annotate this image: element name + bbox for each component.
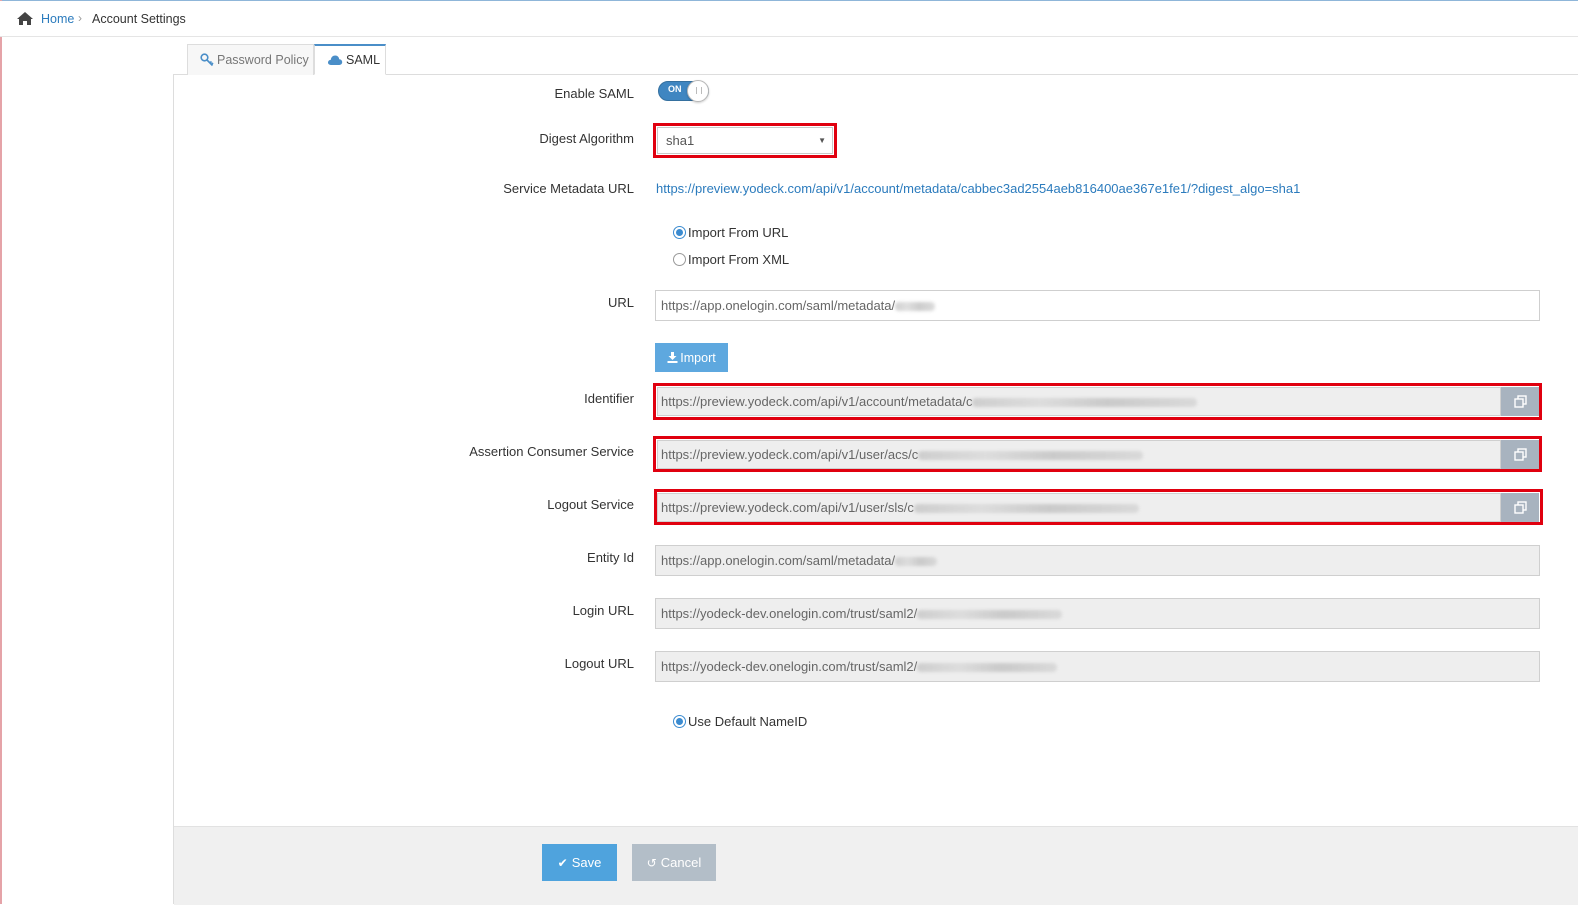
entity-id-input[interactable]: https://app.onelogin.com/saml/metadata/ — [655, 545, 1540, 576]
breadcrumb: Home › Account Settings — [0, 1, 1578, 37]
logout-url-value: https://yodeck-dev.onelogin.com/trust/sa… — [661, 659, 918, 674]
copy-icon — [1513, 395, 1527, 408]
import-from-xml-radio[interactable]: Import From XML — [673, 252, 789, 267]
logout-service-input[interactable]: https://preview.yodeck.com/api/v1/user/s… — [657, 493, 1501, 522]
import-button[interactable]: Import — [655, 343, 728, 372]
check-icon: ✔ — [557, 855, 568, 870]
cancel-button[interactable]: ↺ Cancel — [632, 844, 716, 881]
redacted-text — [913, 504, 1139, 514]
acs-field: https://preview.yodeck.com/api/v1/user/a… — [657, 440, 1539, 469]
import-from-xml-label: Import From XML — [688, 252, 790, 267]
digest-algorithm-select[interactable]: sha1 ▼ — [657, 127, 833, 154]
breadcrumb-separator: › — [78, 11, 82, 25]
redacted-text — [895, 302, 936, 312]
dropdown-caret-icon: ▼ — [818, 136, 826, 145]
use-default-nameid-radio[interactable]: Use Default NameID — [673, 714, 807, 729]
login-url-input[interactable]: https://yodeck-dev.onelogin.com/trust/sa… — [655, 598, 1540, 629]
toggle-knob[interactable] — [687, 80, 709, 102]
form-footer — [174, 826, 1578, 905]
import-from-url-radio[interactable]: Import From URL — [673, 225, 788, 240]
undo-icon: ↺ — [646, 855, 657, 870]
redacted-text — [917, 610, 1063, 620]
copy-acs-button[interactable] — [1501, 440, 1539, 469]
tab-saml-label: SAML — [346, 53, 381, 67]
cancel-button-label: Cancel — [660, 855, 702, 870]
toggle-on-text: ON — [668, 84, 682, 94]
identifier-input[interactable]: https://preview.yodeck.com/api/v1/accoun… — [657, 387, 1501, 416]
acs-label: Assertion Consumer Service — [469, 444, 634, 459]
save-button[interactable]: ✔ Save — [542, 844, 617, 881]
entity-id-label: Entity Id — [587, 550, 634, 565]
redacted-text — [917, 663, 1058, 673]
redacted-text — [895, 557, 938, 567]
use-default-nameid-label: Use Default NameID — [688, 714, 808, 729]
logout-service-field: https://preview.yodeck.com/api/v1/user/s… — [657, 493, 1539, 522]
url-label: URL — [607, 295, 634, 310]
login-url-value: https://yodeck-dev.onelogin.com/trust/sa… — [661, 606, 918, 621]
acs-input[interactable]: https://preview.yodeck.com/api/v1/user/a… — [657, 440, 1501, 469]
identifier-value: https://preview.yodeck.com/api/v1/accoun… — [661, 394, 973, 409]
radio-checked-icon[interactable] — [673, 715, 686, 728]
digest-algorithm-value: sha1 — [666, 133, 695, 148]
enable-saml-label: Enable SAML — [554, 86, 635, 101]
acs-value: https://preview.yodeck.com/api/v1/user/a… — [661, 447, 919, 462]
enable-saml-toggle[interactable]: ON — [658, 80, 709, 102]
import-from-url-label: Import From URL — [688, 225, 789, 240]
tab-password-policy-label: Password Policy — [217, 53, 309, 67]
save-button-label: Save — [571, 855, 602, 870]
copy-icon — [1513, 448, 1527, 461]
download-icon — [667, 352, 678, 363]
tab-password-policy[interactable]: Password Policy — [187, 44, 314, 75]
entity-id-value: https://app.onelogin.com/saml/metadata/ — [661, 553, 896, 568]
logout-url-label: Logout URL — [564, 656, 634, 671]
service-metadata-url-link[interactable]: https://preview.yodeck.com/api/v1/accoun… — [656, 181, 1300, 196]
login-url-label: Login URL — [572, 603, 634, 618]
import-button-label: Import — [680, 350, 716, 365]
redacted-text — [972, 398, 1198, 408]
logout-url-input[interactable]: https://yodeck-dev.onelogin.com/trust/sa… — [655, 651, 1540, 682]
copy-logout-service-button[interactable] — [1501, 493, 1539, 522]
radio-checked-icon[interactable] — [673, 226, 686, 239]
redacted-text — [918, 451, 1144, 461]
service-metadata-url-label: Service Metadata URL — [503, 181, 634, 196]
identifier-label: Identifier — [584, 391, 634, 406]
radio-unchecked-icon[interactable] — [673, 253, 686, 266]
key-icon — [200, 53, 214, 67]
digest-algorithm-label: Digest Algorithm — [539, 131, 634, 146]
identifier-field: https://preview.yodeck.com/api/v1/accoun… — [657, 387, 1539, 416]
copy-identifier-button[interactable] — [1501, 387, 1539, 416]
logout-service-value: https://preview.yodeck.com/api/v1/user/s… — [661, 500, 914, 515]
breadcrumb-home-link[interactable]: Home — [41, 12, 74, 26]
url-input[interactable]: https://app.onelogin.com/saml/metadata/ — [655, 290, 1540, 321]
copy-icon — [1513, 501, 1527, 514]
url-input-value: https://app.onelogin.com/saml/metadata/ — [661, 298, 896, 313]
cloud-icon — [327, 55, 343, 65]
tab-saml[interactable]: SAML — [314, 44, 386, 75]
home-icon[interactable] — [17, 12, 33, 25]
breadcrumb-current: Account Settings — [92, 12, 186, 26]
logout-service-label: Logout Service — [547, 497, 634, 512]
